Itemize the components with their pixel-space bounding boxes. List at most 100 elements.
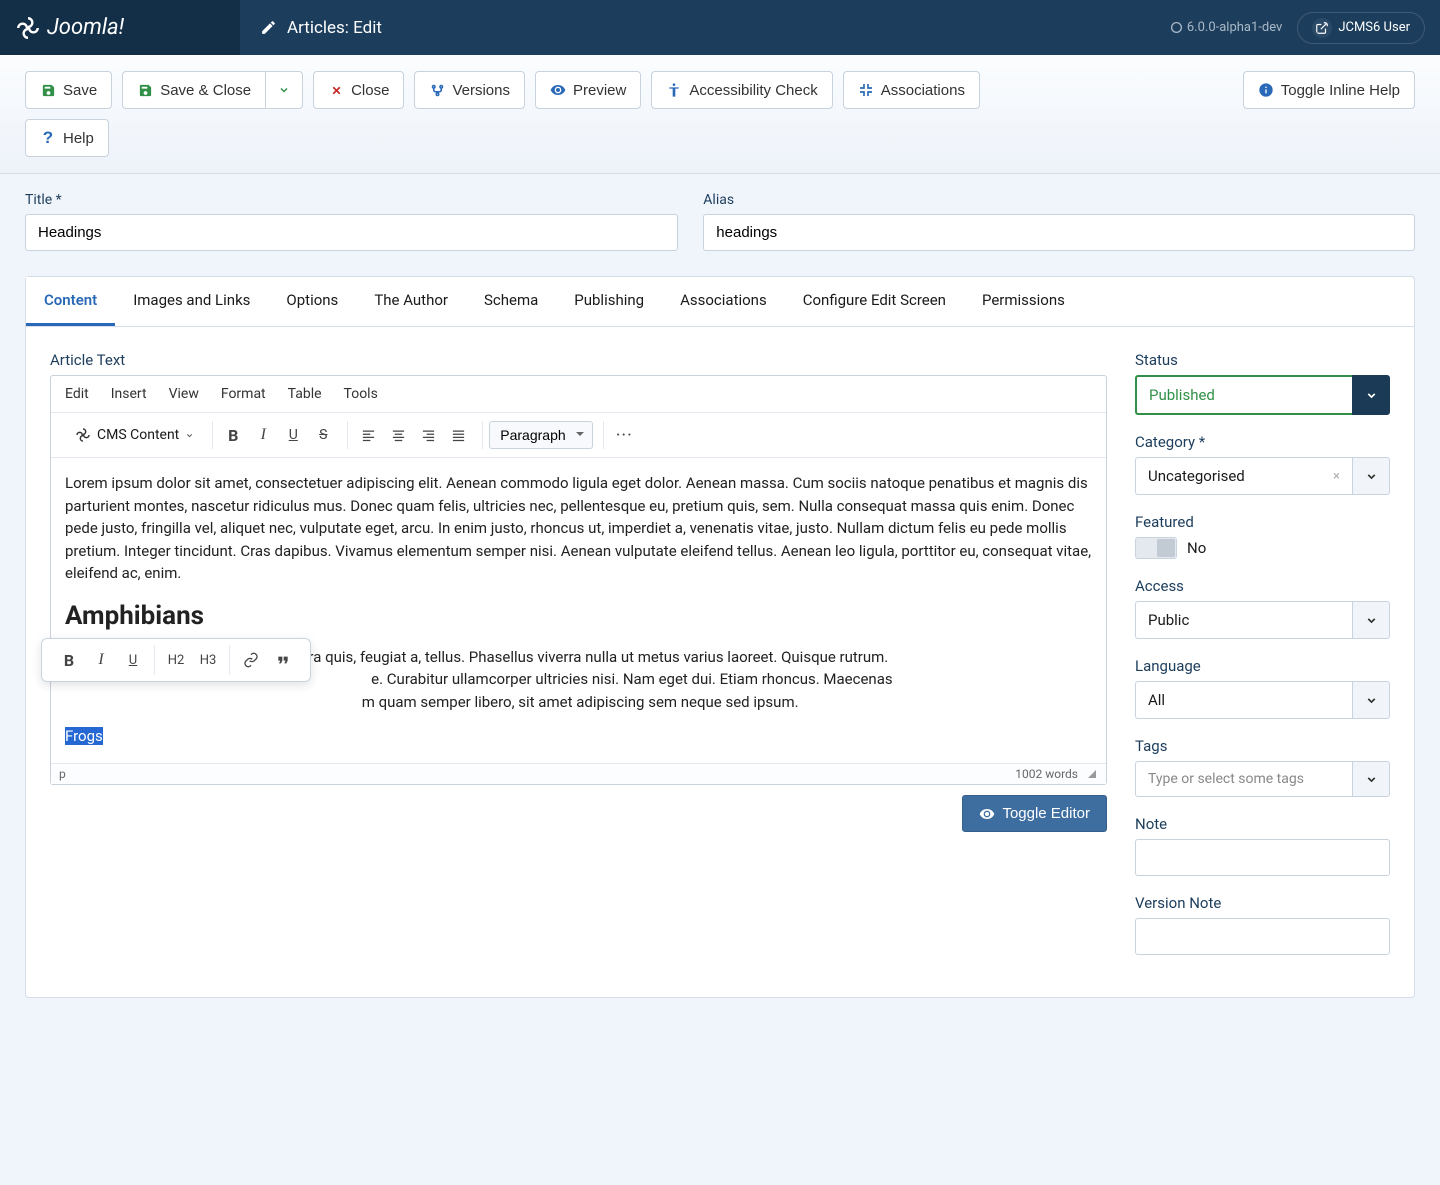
heading-amphibians: Amphibians <box>65 597 1092 636</box>
close-button[interactable]: Close <box>313 71 404 109</box>
resize-handle-icon[interactable] <box>1086 768 1098 780</box>
page-heading: Articles: Edit <box>240 18 1170 38</box>
menu-view[interactable]: View <box>169 386 199 402</box>
editor-content[interactable]: Lorem ipsum dolor sit amet, consectetuer… <box>51 458 1106 763</box>
associations-button[interactable]: Associations <box>843 71 980 109</box>
tabs-strip: Content Images and Links Options The Aut… <box>26 277 1414 327</box>
status-select[interactable]: Published <box>1135 375 1390 415</box>
save-button[interactable]: Save <box>25 71 112 109</box>
chevron-down-icon[interactable] <box>1352 681 1390 719</box>
version-note-input[interactable] <box>1135 918 1390 955</box>
menu-edit[interactable]: Edit <box>65 386 89 402</box>
chevron-down-icon[interactable] <box>1352 761 1390 797</box>
ctx-italic-button[interactable]: I <box>86 645 116 675</box>
align-right-button[interactable] <box>414 421 442 449</box>
paragraph: Lorem ipsum dolor sit amet, consectetuer… <box>65 472 1092 585</box>
brand-text: Joomla! <box>47 15 124 40</box>
joomla-small-icon <box>75 427 91 443</box>
italic-button[interactable]: I <box>249 421 277 449</box>
branch-icon <box>429 82 445 98</box>
tab-associations[interactable]: Associations <box>662 277 785 326</box>
ctx-quote-button[interactable] <box>268 645 298 675</box>
save-close-dropdown[interactable] <box>265 71 303 109</box>
align-left-button[interactable] <box>354 421 382 449</box>
toggle-editor-button[interactable]: Toggle Editor <box>962 795 1107 832</box>
brand-area[interactable]: Joomla! <box>0 0 240 55</box>
chevron-down-icon[interactable] <box>1352 457 1390 495</box>
save-close-group: Save & Close <box>122 71 303 109</box>
tab-side: Status Published Category * Uncategorise… <box>1135 351 1390 973</box>
format-select[interactable]: Paragraph <box>489 421 593 449</box>
eye-icon <box>550 82 566 98</box>
chevron-down-icon[interactable] <box>1352 601 1390 639</box>
tab-author[interactable]: The Author <box>356 277 466 326</box>
note-input[interactable] <box>1135 839 1390 876</box>
category-select[interactable]: Uncategorised× <box>1135 457 1390 495</box>
eye-icon <box>979 806 995 822</box>
contract-icon <box>858 82 874 98</box>
selected-text: Frogs <box>65 725 1092 748</box>
status-label: Status <box>1135 351 1390 369</box>
language-select[interactable]: All <box>1135 681 1390 719</box>
tab-content[interactable]: Content <box>26 277 115 326</box>
ctx-h2-button[interactable]: H2 <box>161 645 191 675</box>
access-label: Access <box>1135 577 1390 595</box>
alias-label: Alias <box>703 192 1415 208</box>
menu-table[interactable]: Table <box>288 386 322 402</box>
tags-select[interactable]: Type or select some tags <box>1135 761 1390 797</box>
ctx-link-button[interactable] <box>236 645 266 675</box>
chevron-down-icon[interactable] <box>1352 375 1390 415</box>
editor-toolbar: CMS Content B I U S <box>51 413 1106 458</box>
note-label: Note <box>1135 815 1390 833</box>
close-icon <box>328 82 344 98</box>
underline-button[interactable]: U <box>279 421 307 449</box>
ctx-h3-button[interactable]: H3 <box>193 645 223 675</box>
accessibility-button[interactable]: Accessibility Check <box>651 71 832 109</box>
inline-help-button[interactable]: Toggle Inline Help <box>1243 71 1415 109</box>
tab-configure[interactable]: Configure Edit Screen <box>785 277 964 326</box>
path-display[interactable]: p <box>59 767 66 781</box>
featured-toggle[interactable] <box>1135 537 1177 559</box>
save-close-button[interactable]: Save & Close <box>122 71 265 109</box>
editor-box: Edit Insert View Format Table Tools CMS … <box>50 375 1107 785</box>
title-input[interactable] <box>25 214 678 251</box>
accessibility-icon <box>666 82 682 98</box>
preview-button[interactable]: Preview <box>535 71 641 109</box>
menu-format[interactable]: Format <box>221 386 266 402</box>
versions-button[interactable]: Versions <box>414 71 525 109</box>
bold-button[interactable]: B <box>219 421 247 449</box>
tab-images-links[interactable]: Images and Links <box>115 277 268 326</box>
tab-schema[interactable]: Schema <box>466 277 556 326</box>
tab-permissions[interactable]: Permissions <box>964 277 1083 326</box>
more-button[interactable]: ··· <box>610 421 638 449</box>
menu-tools[interactable]: Tools <box>344 386 378 402</box>
version-text[interactable]: 6.0.0-alpha1-dev <box>1170 20 1282 35</box>
toolbar: Save Save & Close Close Versions Preview… <box>0 55 1440 174</box>
category-label: Category * <box>1135 433 1390 451</box>
info-icon <box>1258 82 1274 98</box>
tab-publishing[interactable]: Publishing <box>556 277 662 326</box>
access-select[interactable]: Public <box>1135 601 1390 639</box>
help-button[interactable]: ? Help <box>25 119 109 157</box>
pencil-icon <box>260 19 277 36</box>
context-toolbar: B I U H2 H3 <box>41 638 311 682</box>
title-alias-block: Title * Alias <box>0 174 1440 276</box>
tabs-card: Content Images and Links Options The Aut… <box>25 276 1415 998</box>
version-note-label: Version Note <box>1135 894 1390 912</box>
ctx-underline-button[interactable]: U <box>118 645 148 675</box>
alias-input[interactable] <box>703 214 1415 251</box>
align-center-button[interactable] <box>384 421 412 449</box>
menu-insert[interactable]: Insert <box>111 386 147 402</box>
save-icon <box>137 82 153 98</box>
save-icon <box>40 82 56 98</box>
strike-button[interactable]: S <box>309 421 337 449</box>
language-label: Language <box>1135 657 1390 675</box>
article-text-label: Article Text <box>50 351 1107 369</box>
clear-icon[interactable]: × <box>1333 469 1340 484</box>
tab-options[interactable]: Options <box>268 277 356 326</box>
align-justify-button[interactable] <box>444 421 472 449</box>
title-label: Title * <box>25 192 678 208</box>
user-menu[interactable]: JCMS6 User <box>1297 12 1425 44</box>
ctx-bold-button[interactable]: B <box>54 645 84 675</box>
cms-content-button[interactable]: CMS Content <box>67 421 202 449</box>
